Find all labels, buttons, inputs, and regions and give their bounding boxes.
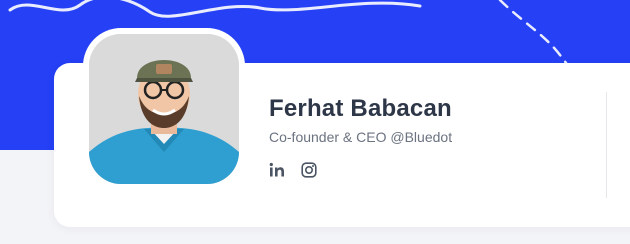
profile-name: Ferhat Babacan [269, 95, 452, 122]
instagram-icon[interactable] [300, 161, 318, 179]
card-divider [606, 92, 607, 198]
social-links [268, 161, 318, 179]
profile-role: Co-founder & CEO @Bluedot [269, 129, 453, 145]
avatar-frame [83, 28, 245, 190]
linkedin-icon[interactable] [268, 161, 286, 179]
avatar [89, 34, 239, 184]
